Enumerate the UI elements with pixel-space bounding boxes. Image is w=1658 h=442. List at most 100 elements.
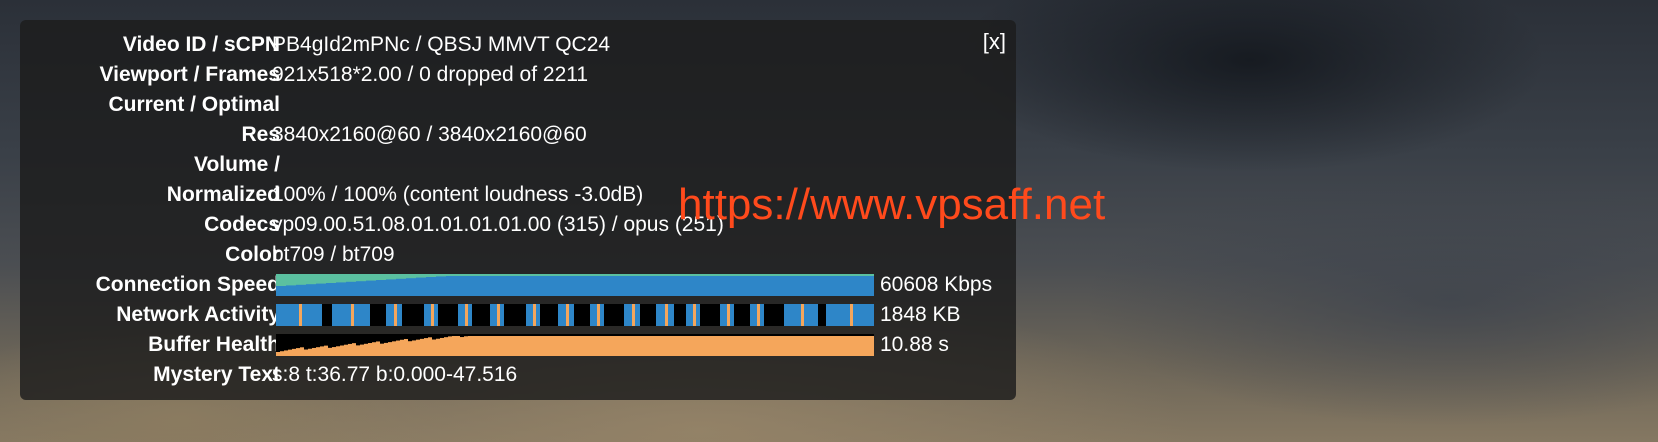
buffer-health-bar: [680, 336, 684, 356]
row-video-id: Video ID / sCPN PB4gId2mPNc / QBSJ MMVT …: [20, 30, 1016, 60]
buffer-health-bar: [792, 336, 796, 356]
buffer-health-bar: [436, 338, 440, 356]
connection-speed-bar: [676, 276, 686, 296]
network-activity-spike: [497, 304, 500, 326]
row-buffer-health: Buffer Health 10.88 s: [20, 330, 1016, 360]
connection-speed-bar: [376, 280, 386, 296]
buffer-health-bar: [464, 336, 468, 356]
buffer-health-bar: [696, 336, 700, 356]
buffer-health-bar: [308, 348, 312, 356]
connection-speed-bar: [556, 276, 566, 296]
network-activity-graph: [276, 304, 874, 326]
buffer-health-bar: [412, 340, 416, 356]
buffer-health-bar: [548, 336, 552, 356]
buffer-health-bar: [612, 336, 616, 356]
connection-speed-bar: [626, 276, 636, 296]
label-network-activity: Network Activity: [116, 303, 280, 326]
connection-speed-bar: [656, 276, 666, 296]
buffer-health-bar: [472, 336, 476, 356]
buffer-health-bar: [484, 336, 488, 356]
buffer-health-bar: [284, 350, 288, 356]
label-connection-speed: Connection Speed: [95, 273, 280, 296]
connection-speed-bar: [336, 282, 346, 296]
value-normalized: 100% / 100% (content loudness -3.0dB): [272, 183, 644, 206]
connection-speed-bar: [866, 276, 874, 296]
buffer-health-bar: [296, 348, 300, 356]
buffer-health-bar: [384, 342, 388, 356]
buffer-health-bar: [824, 336, 828, 356]
connection-speed-bar: [456, 276, 466, 296]
connection-speed-bar: [616, 276, 626, 296]
buffer-health-bar: [424, 338, 428, 356]
buffer-health-bar: [676, 336, 680, 356]
buffer-health-bar: [280, 351, 284, 356]
row-volume: Volume /: [20, 150, 1016, 180]
connection-speed-bar: [806, 276, 816, 296]
buffer-health-bar: [520, 336, 524, 356]
connection-speed-bar: [836, 276, 846, 296]
row-current-optimal: Current / Optimal: [20, 90, 1016, 120]
buffer-health-bar: [292, 348, 296, 356]
connection-speed-bar: [426, 277, 436, 296]
connection-speed-bar: [716, 276, 726, 296]
buffer-health-bar: [564, 336, 568, 356]
buffer-health-bar: [556, 336, 560, 356]
buffer-health-bar: [800, 336, 804, 356]
row-network-activity: Network Activity 1848 KB: [20, 300, 1016, 330]
buffer-health-bar: [276, 352, 280, 356]
buffer-health-bar: [332, 347, 336, 356]
buffer-health-bar: [356, 345, 360, 356]
buffer-health-bar: [688, 336, 692, 356]
network-activity-spike: [757, 304, 760, 326]
label-video-id: Video ID / sCPN: [122, 33, 280, 56]
network-activity-spike: [394, 304, 397, 326]
connection-speed-bar: [526, 276, 536, 296]
buffer-health-bar: [804, 336, 808, 356]
connection-speed-bar: [596, 276, 606, 296]
buffer-health-bar: [724, 336, 728, 356]
buffer-health-bar: [816, 336, 820, 356]
connection-speed-bar: [756, 276, 766, 296]
buffer-health-bar: [528, 336, 532, 356]
buffer-health-bar: [856, 336, 860, 356]
buffer-health-bar: [632, 336, 636, 356]
value-codecs: vp09.00.51.08.01.01.01.01.00 (315) / opu…: [272, 213, 724, 236]
buffer-health-bar: [828, 336, 832, 356]
buffer-health-bar: [712, 336, 716, 356]
connection-speed-bar: [546, 276, 556, 296]
network-activity-spike: [665, 304, 668, 326]
buffer-health-bar: [324, 345, 328, 356]
buffer-health-bar: [812, 336, 816, 356]
buffer-health-bar: [852, 336, 856, 356]
buffer-health-bar: [796, 336, 800, 356]
buffer-health-bar: [500, 336, 504, 356]
connection-speed-bar: [496, 276, 506, 296]
buffer-health-bar: [768, 336, 772, 356]
buffer-health-bar: [656, 336, 660, 356]
value-mystery-text: s:8 t:36.77 b:0.000-47.516: [272, 363, 518, 386]
buffer-health-bar: [592, 336, 596, 356]
buffer-health-bar: [764, 336, 768, 356]
network-activity-spike: [351, 304, 354, 326]
buffer-health-bar: [560, 336, 564, 356]
network-activity-spike: [566, 304, 569, 326]
buffer-health-bar: [584, 336, 588, 356]
buffer-health-bar: [452, 336, 456, 356]
buffer-health-bar: [832, 336, 836, 356]
connection-speed-bar: [736, 276, 746, 296]
connection-speed-bar: [466, 276, 476, 296]
buffer-health-bar: [684, 336, 688, 356]
network-activity-spike: [632, 304, 635, 326]
value-video-id: PB4gId2mPNc / QBSJ MMVT QC24: [272, 33, 611, 56]
buffer-health-bar: [872, 336, 874, 356]
connection-speed-bar: [316, 283, 326, 296]
buffer-health-bar: [844, 336, 848, 356]
buffer-health-bar: [744, 336, 748, 356]
buffer-health-bar: [396, 340, 400, 356]
buffer-health-bar: [488, 336, 492, 356]
buffer-health-bar: [340, 345, 344, 356]
network-activity-spike: [850, 304, 853, 326]
buffer-health-bar: [504, 336, 508, 356]
buffer-health-bar: [652, 336, 656, 356]
buffer-health-bar: [512, 336, 516, 356]
